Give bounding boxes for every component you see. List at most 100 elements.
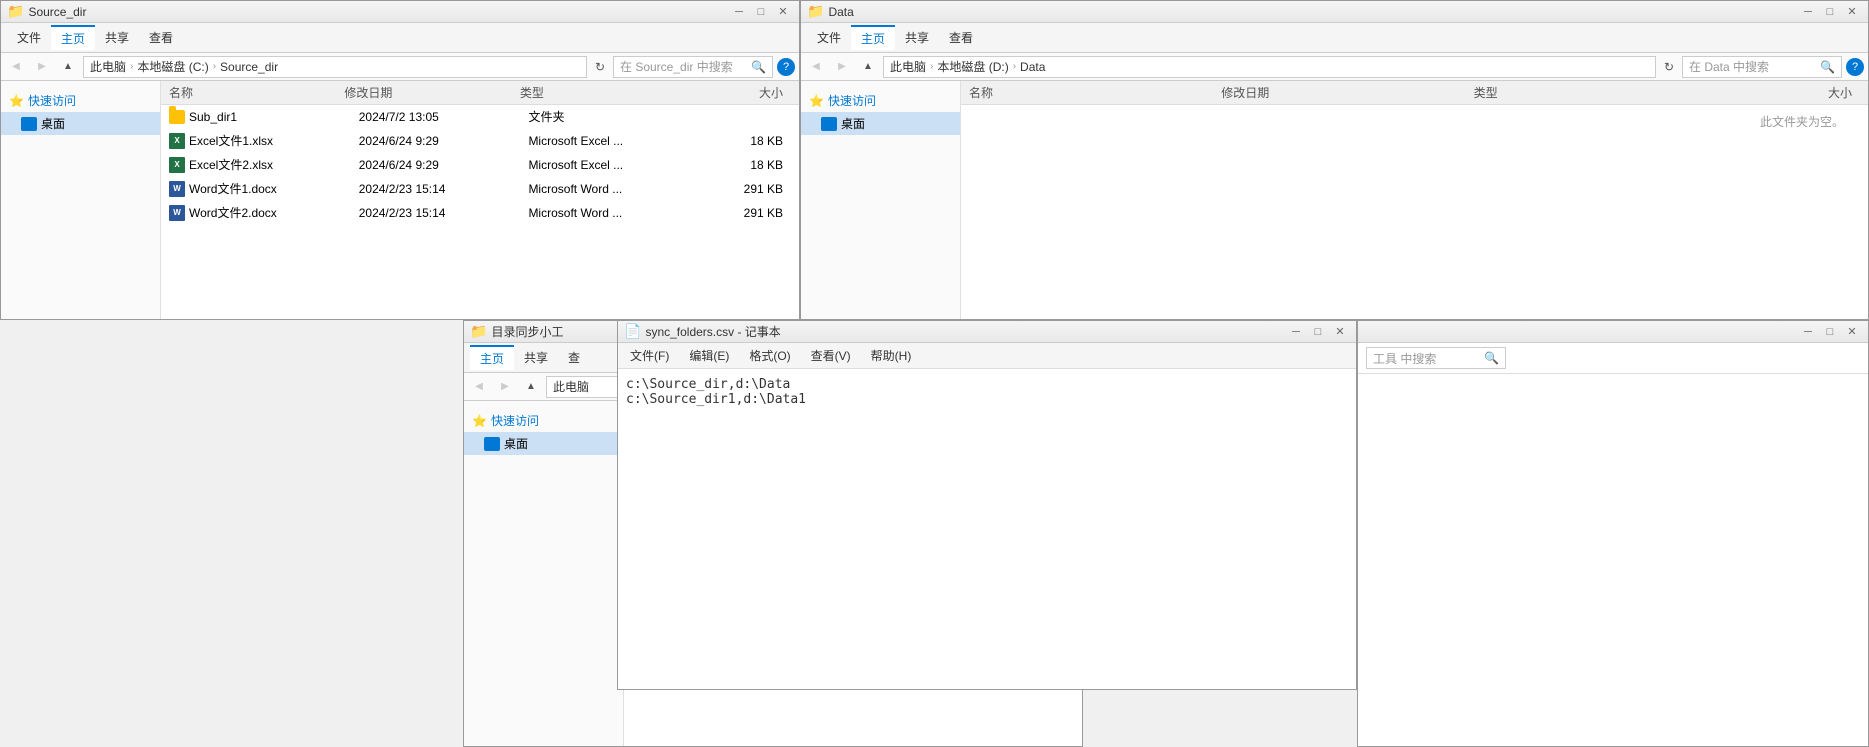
tab-file[interactable]: 文件 xyxy=(807,25,851,50)
sidebar: ⭐ 快速访问 桌面 xyxy=(801,81,961,319)
close-button[interactable]: ✕ xyxy=(1842,324,1862,340)
file-type: Microsoft Excel ... xyxy=(528,134,698,148)
small-explorer-title: 目录同步小工 xyxy=(491,323,563,340)
search-box[interactable]: 工具 中搜索 🔍 xyxy=(1366,347,1506,369)
search-placeholder: 在 Source_dir 中搜索 xyxy=(620,58,747,75)
search-box[interactable]: 在 Data 中搜索 🔍 xyxy=(1682,56,1842,78)
table-row[interactable]: Sub_dir1 2024/7/2 13:05 文件夹 xyxy=(161,105,799,129)
address-bar: ◀ ▶ ▲ 此电脑 › 本地磁盘 (D:) › Data ↻ 在 Data 中搜… xyxy=(801,53,1868,81)
tab-share[interactable]: 共享 xyxy=(514,345,558,370)
up-button[interactable]: ▲ xyxy=(57,56,79,78)
address-bar: ◀ ▶ ▲ 此电脑 › 本地磁盘 (C:) › Source_dir ↻ 在 S… xyxy=(1,53,799,81)
search-icon[interactable]: 🔍 xyxy=(1484,351,1499,365)
quick-access-label: 快速访问 xyxy=(28,92,76,109)
file-type: 文件夹 xyxy=(528,108,698,125)
menu-view[interactable]: 查看(V) xyxy=(807,345,855,366)
maximize-button[interactable]: □ xyxy=(751,4,771,20)
address-path[interactable]: 此电脑 › 本地磁盘 (C:) › Source_dir xyxy=(83,56,587,78)
notepad-titlebar: 📄 sync_folders.csv - 记事本 ─ □ ✕ xyxy=(618,321,1356,343)
close-button[interactable]: ✕ xyxy=(1842,4,1862,20)
forward-button[interactable]: ▶ xyxy=(494,376,516,398)
notepad-content[interactable]: c:\Source_dir,d:\Data c:\Source_dir1,d:\… xyxy=(618,369,1356,689)
col-header-size[interactable]: 大小 xyxy=(1726,84,1860,101)
path-drive: 本地磁盘 (C:) xyxy=(137,58,208,75)
tab-file[interactable]: 文件 xyxy=(7,25,51,50)
menu-format[interactable]: 格式(O) xyxy=(745,345,794,366)
help-button[interactable]: ? xyxy=(777,58,795,76)
tab-view[interactable]: 查看 xyxy=(139,25,183,50)
menu-help[interactable]: 帮助(H) xyxy=(867,345,916,366)
explorer-body: ⭐ 快速访问 桌面 名称 修改日期 类型 大小 Sub_dir1 2024/7/… xyxy=(1,81,799,319)
tab-home[interactable]: 主页 xyxy=(470,345,514,370)
titlebar-left: 📁 目录同步小工 xyxy=(470,323,563,340)
ribbon-tabs: 文件 主页 共享 查看 xyxy=(7,25,793,50)
up-button[interactable]: ▲ xyxy=(857,56,879,78)
table-row[interactable]: W Word文件1.docx 2024/2/23 15:14 Microsoft… xyxy=(161,177,799,201)
tab-view[interactable]: 查 xyxy=(558,345,590,370)
folder-icon: 📁 xyxy=(807,3,824,20)
help-button[interactable]: ? xyxy=(1846,58,1864,76)
file-list: 名称 修改日期 类型 大小 此文件夹为空。 xyxy=(961,81,1868,319)
tab-share[interactable]: 共享 xyxy=(95,25,139,50)
desktop-label: 桌面 xyxy=(504,435,528,452)
file-list-header: 名称 修改日期 类型 大小 xyxy=(161,81,799,105)
back-button[interactable]: ◀ xyxy=(805,56,827,78)
file-name: Sub_dir1 xyxy=(185,110,359,124)
maximize-button[interactable]: □ xyxy=(1308,324,1328,340)
up-button[interactable]: ▲ xyxy=(520,376,542,398)
star-icon: ⭐ xyxy=(472,414,487,428)
file-size: 291 KB xyxy=(698,206,791,220)
menu-edit[interactable]: 编辑(E) xyxy=(685,345,733,366)
tab-share[interactable]: 共享 xyxy=(895,25,939,50)
minimize-button[interactable]: ─ xyxy=(729,4,749,20)
tab-home[interactable]: 主页 xyxy=(51,25,95,50)
sidebar-item-desktop[interactable]: 桌面 xyxy=(464,432,623,455)
close-button[interactable]: ✕ xyxy=(773,4,793,20)
folder-icon: 📁 xyxy=(470,323,487,340)
minimize-button[interactable]: ─ xyxy=(1286,324,1306,340)
search-placeholder: 在 Data 中搜索 xyxy=(1689,58,1816,75)
col-header-name[interactable]: 名称 xyxy=(969,84,1221,101)
search-icon[interactable]: 🔍 xyxy=(1820,60,1835,74)
address-path[interactable]: 此电脑 › 本地磁盘 (D:) › Data xyxy=(883,56,1656,78)
path-computer: 此电脑 xyxy=(90,58,126,75)
maximize-button[interactable]: □ xyxy=(1820,324,1840,340)
refresh-button[interactable]: ↻ xyxy=(1660,58,1678,76)
table-row[interactable]: X Excel文件1.xlsx 2024/6/24 9:29 Microsoft… xyxy=(161,129,799,153)
quick-access-section[interactable]: ⭐ 快速访问 xyxy=(1,89,160,112)
titlebar-controls: ─ □ ✕ xyxy=(1286,324,1350,340)
source-dir-titlebar: 📁 Source_dir ─ □ ✕ xyxy=(1,1,799,23)
search-box[interactable]: 在 Source_dir 中搜索 🔍 xyxy=(613,56,773,78)
tab-view[interactable]: 查看 xyxy=(939,25,983,50)
col-header-type[interactable]: 类型 xyxy=(1474,84,1726,101)
quick-access-section[interactable]: ⭐ 快速访问 xyxy=(464,409,623,432)
tab-home[interactable]: 主页 xyxy=(851,25,895,50)
file-name: Word文件2.docx xyxy=(185,204,359,221)
empty-folder-message: 此文件夹为空。 xyxy=(1752,107,1852,137)
back-button[interactable]: ◀ xyxy=(468,376,490,398)
col-header-date[interactable]: 修改日期 xyxy=(1221,84,1473,101)
col-header-type[interactable]: 类型 xyxy=(520,84,695,101)
minimize-button[interactable]: ─ xyxy=(1798,4,1818,20)
sidebar-item-desktop[interactable]: 桌面 xyxy=(1,112,160,135)
menu-file[interactable]: 文件(F) xyxy=(626,345,673,366)
forward-button[interactable]: ▶ xyxy=(831,56,853,78)
quick-access-section[interactable]: ⭐ 快速访问 xyxy=(801,89,960,112)
folder-icon: 📁 xyxy=(7,3,24,20)
forward-button[interactable]: ▶ xyxy=(31,56,53,78)
col-header-name[interactable]: 名称 xyxy=(169,84,344,101)
sidebar-item-desktop[interactable]: 桌面 xyxy=(801,112,960,135)
table-row[interactable]: X Excel文件2.xlsx 2024/6/24 9:29 Microsoft… xyxy=(161,153,799,177)
col-header-date[interactable]: 修改日期 xyxy=(344,84,519,101)
close-button[interactable]: ✕ xyxy=(1330,324,1350,340)
col-header-size[interactable]: 大小 xyxy=(695,84,791,101)
titlebar-left: 📄 sync_folders.csv - 记事本 xyxy=(624,323,781,340)
table-row[interactable]: W Word文件2.docx 2024/2/23 15:14 Microsoft… xyxy=(161,201,799,225)
maximize-button[interactable]: □ xyxy=(1820,4,1840,20)
minimize-button[interactable]: ─ xyxy=(1798,324,1818,340)
search-icon[interactable]: 🔍 xyxy=(751,60,766,74)
refresh-button[interactable]: ↻ xyxy=(591,58,609,76)
path-folder: Source_dir xyxy=(220,60,278,74)
word-icon: W xyxy=(169,181,185,197)
back-button[interactable]: ◀ xyxy=(5,56,27,78)
